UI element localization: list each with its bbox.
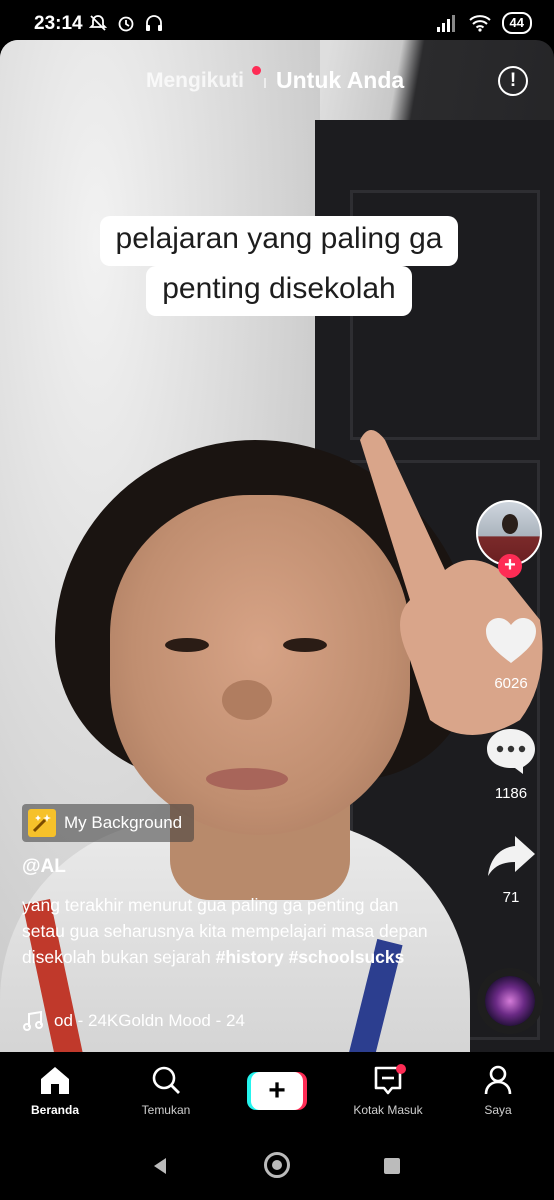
- recent-apps-icon[interactable]: [384, 1158, 400, 1174]
- caption-line-1: pelajaran yang paling ga: [99, 216, 459, 266]
- back-icon[interactable]: [150, 1156, 170, 1176]
- home-circle-icon[interactable]: [264, 1152, 290, 1178]
- nav-home-label: Beranda: [30, 1103, 80, 1117]
- follow-plus-button[interactable]: +: [498, 554, 522, 578]
- nav-inbox[interactable]: Kotak Masuk: [338, 1064, 438, 1117]
- music-disc[interactable]: [477, 968, 543, 1034]
- feed-tabs: Mengikuti Untuk Anda: [0, 66, 554, 100]
- profile-icon: [484, 1065, 512, 1095]
- effect-sparkle-icon: [28, 809, 56, 837]
- create-button[interactable]: +: [247, 1072, 307, 1110]
- tab-following[interactable]: Mengikuti: [146, 69, 244, 93]
- share-arrow-icon: [488, 836, 535, 876]
- signal-icon: [436, 15, 455, 32]
- creator-username[interactable]: @AL: [22, 856, 66, 878]
- mute-icon: [88, 15, 108, 31]
- comment-icon: [487, 729, 535, 774]
- nav-discover[interactable]: Temukan: [116, 1064, 216, 1117]
- music-row[interactable]: od - 24KGoldn Mood - 24: [22, 1010, 309, 1032]
- plus-icon: +: [251, 1072, 303, 1110]
- tab-for-you[interactable]: Untuk Anda: [276, 67, 404, 94]
- tab-divider: [264, 78, 266, 88]
- heart-icon: [486, 618, 536, 663]
- like-button[interactable]: 6026: [476, 616, 546, 692]
- creator-avatar-group: +: [476, 500, 544, 578]
- hashtag-schoolsucks[interactable]: #schoolsucks: [289, 947, 405, 967]
- like-count: 6026: [494, 675, 528, 692]
- caption-line-2: penting disekolah: [146, 266, 412, 316]
- system-nav-bar: [0, 1130, 554, 1200]
- nav-inbox-label: Kotak Masuk: [353, 1103, 423, 1117]
- post-description[interactable]: yang terakhir menurut gua paling ga pent…: [22, 892, 442, 970]
- nav-home[interactable]: Beranda: [5, 1064, 105, 1117]
- share-count: 71: [502, 889, 520, 906]
- nav-profile[interactable]: Saya: [448, 1064, 548, 1117]
- headset-icon: [146, 15, 162, 31]
- music-title: od - 24KGoldn Mood - 24: [54, 1011, 245, 1030]
- video-person-hand: [360, 430, 543, 735]
- nav-profile-label: Saya: [484, 1103, 512, 1117]
- search-icon: [152, 1066, 180, 1094]
- music-note-icon: [23, 1010, 43, 1031]
- following-notification-dot: [252, 66, 261, 75]
- battery-icon: 44: [501, 12, 532, 34]
- effect-label: My Background: [64, 813, 183, 832]
- bottom-nav: Beranda Temukan + Kotak Masuk Saya: [0, 1052, 554, 1130]
- nav-discover-label: Temukan: [141, 1103, 191, 1117]
- effect-badge[interactable]: My Background: [22, 804, 195, 842]
- home-icon: [41, 1067, 69, 1094]
- alarm-icon: [118, 16, 134, 32]
- comment-count: 1186: [494, 785, 528, 802]
- info-icon[interactable]: !: [498, 66, 528, 96]
- share-button[interactable]: 71: [476, 834, 546, 906]
- comment-button[interactable]: 1186: [476, 726, 546, 802]
- inbox-notification-dot: [396, 1064, 406, 1074]
- status-time: 23:14: [34, 13, 83, 34]
- hashtag-history[interactable]: #history: [216, 947, 284, 967]
- wifi-icon: [468, 15, 491, 32]
